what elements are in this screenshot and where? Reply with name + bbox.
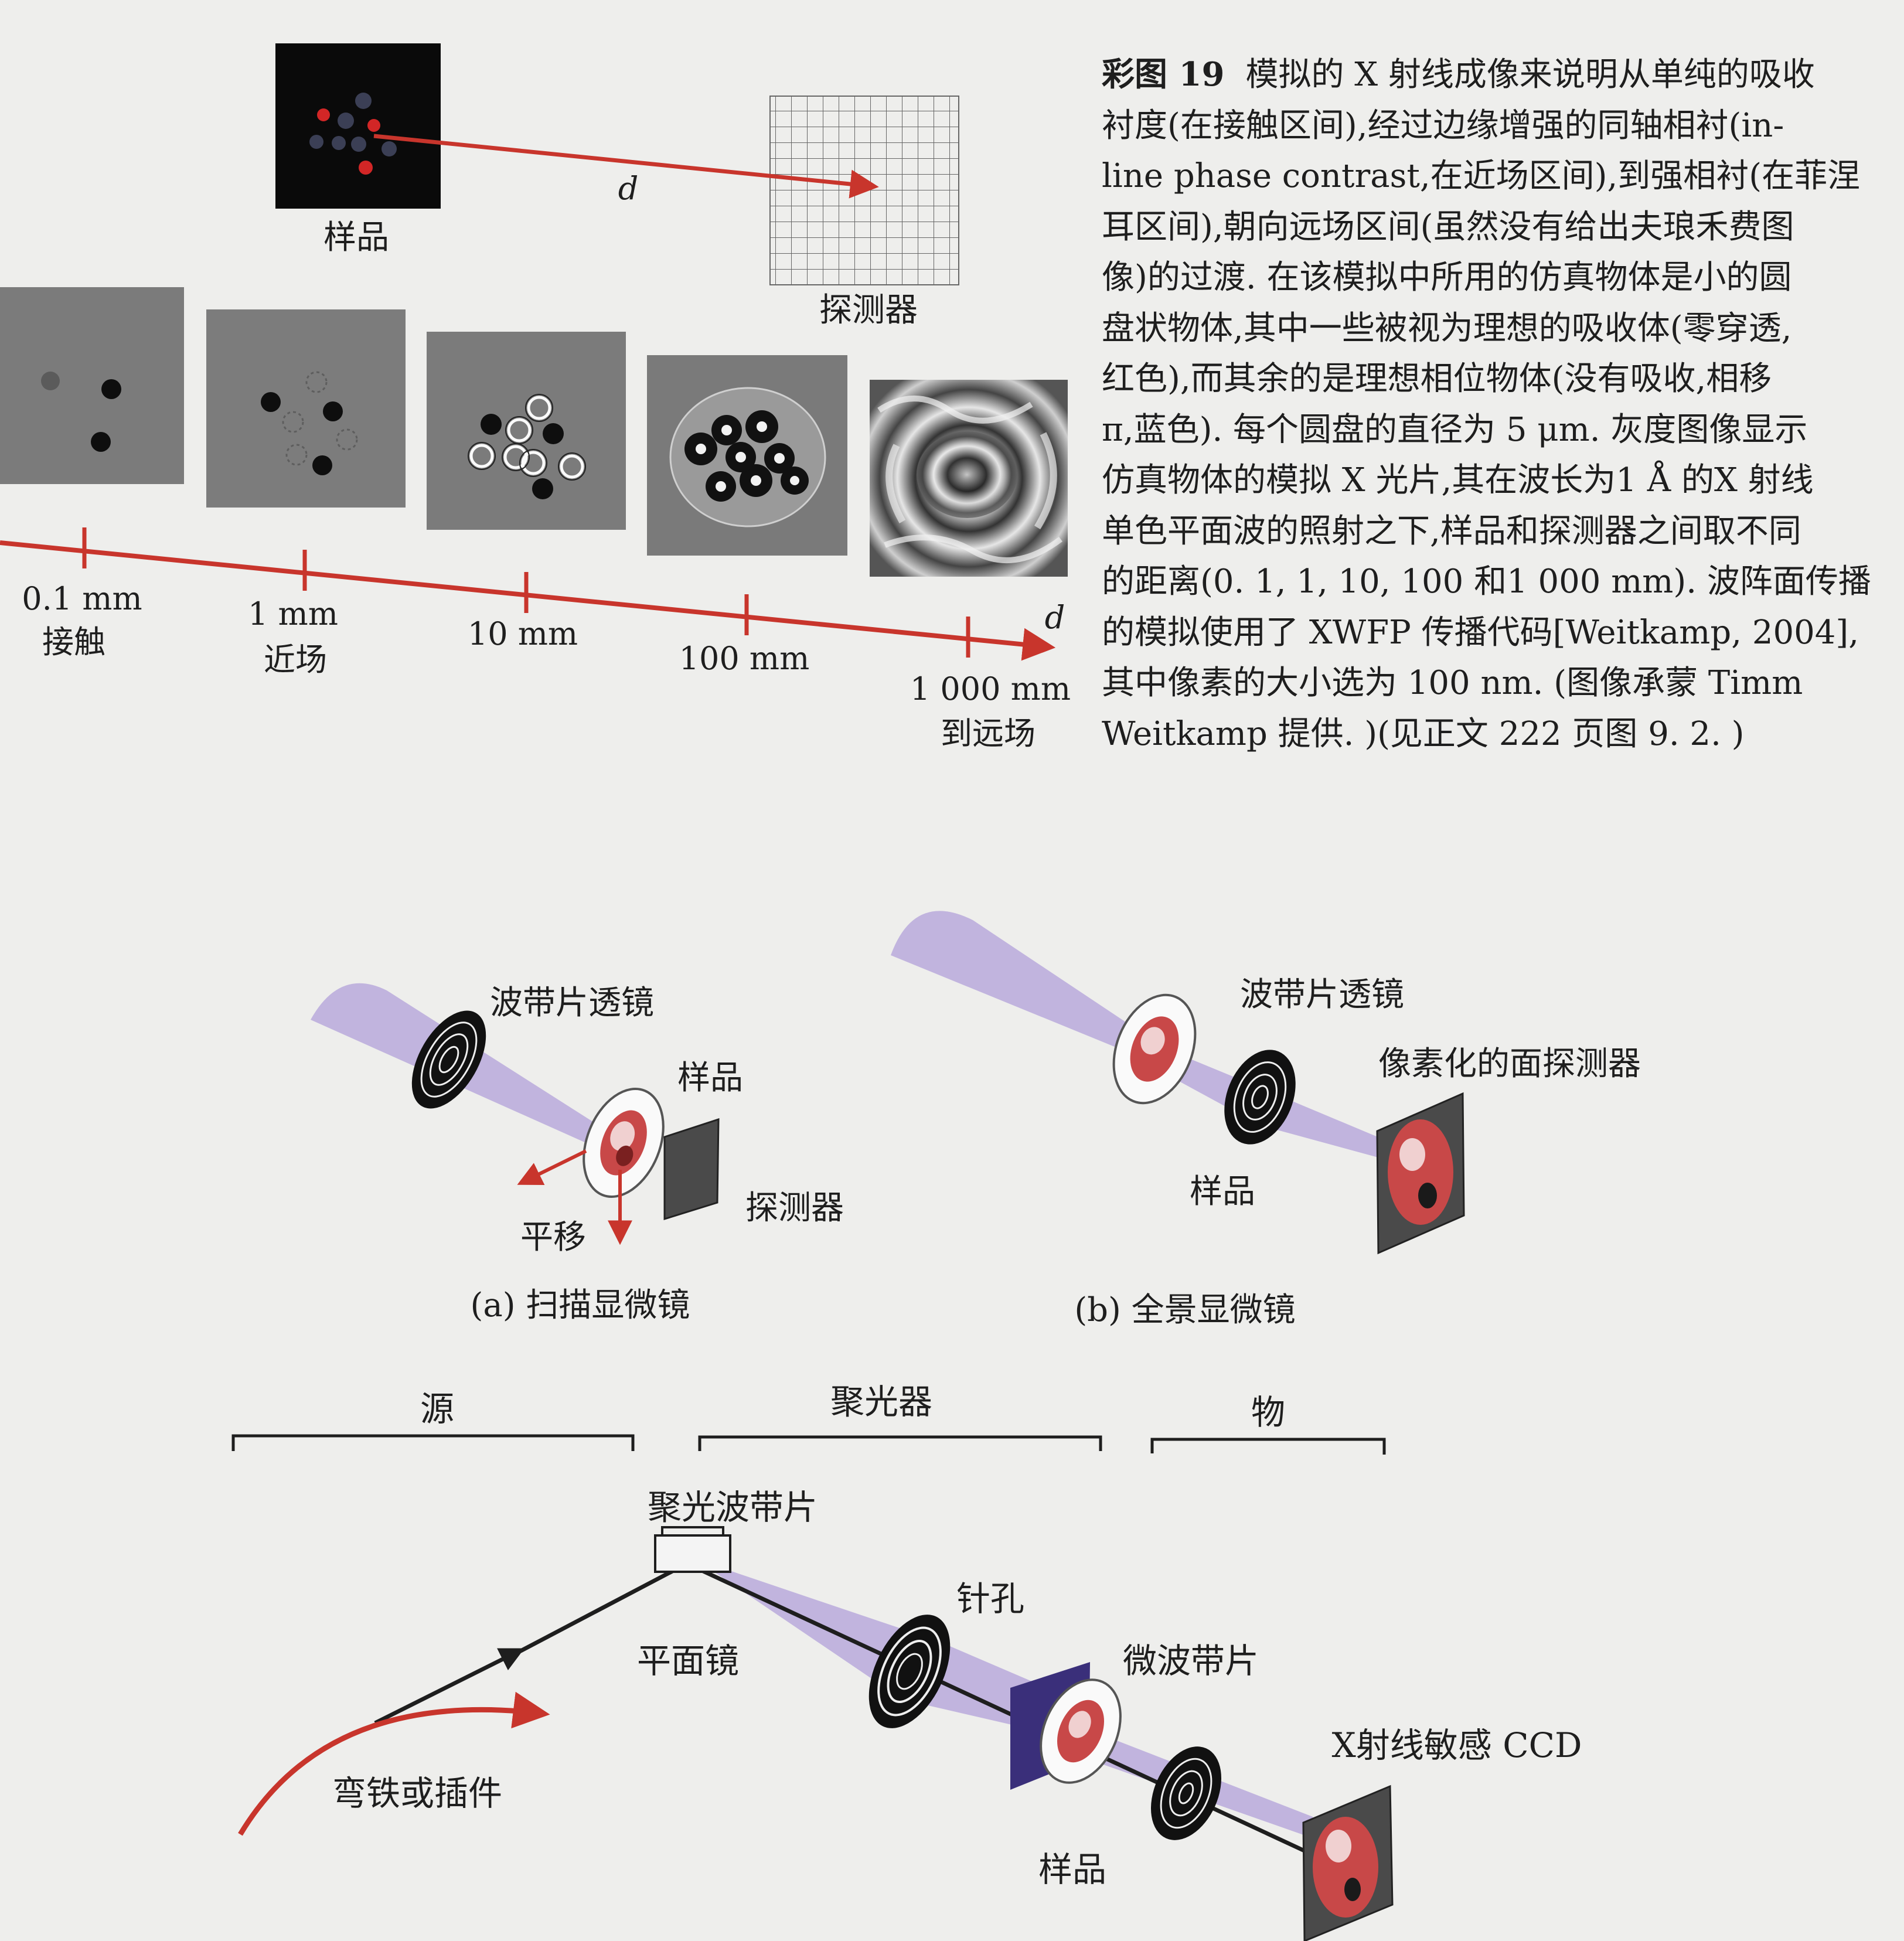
bracket-object: [1150, 1438, 1386, 1455]
ccd-label: X射线敏感 CCD: [1332, 1725, 1582, 1765]
sample-2b: [1112, 993, 1197, 1105]
image-near-field: [206, 309, 406, 508]
section-label-condenser: 聚光器: [830, 1382, 932, 1422]
section-label-object: 物: [1251, 1392, 1285, 1432]
caption-label: 彩图 19: [1102, 55, 1225, 94]
detector-2a: [663, 1118, 720, 1221]
plane-mirror: [654, 1526, 731, 1573]
caption-line-2: line phase contrast,在近场区间),到强相衬(在菲涅: [1102, 157, 1861, 195]
caption-2b: (b) 全景显微镜: [1074, 1291, 1295, 1329]
axis-distance-symbol: d: [1045, 599, 1065, 636]
image-10mm: [427, 332, 626, 530]
regime-label-far-field: 到远场: [941, 715, 1036, 752]
regime-label-contact: 接触: [42, 624, 105, 660]
tick-label-0: 0.1 mm: [22, 580, 142, 617]
sample-label-2b: 样品: [1190, 1173, 1255, 1211]
caption-line-1: 衬度(在接触区间),经过边缘增强的同轴相衬(in-: [1102, 106, 1784, 145]
sample-label-3: 样品: [1038, 1850, 1106, 1889]
plane-mirror-label: 平面镜: [637, 1641, 739, 1681]
caption-line-4: 像)的过渡. 在该模拟中所用的仿真物体是小的圆: [1102, 258, 1792, 297]
zone-plate-label-2a: 波带片透镜: [490, 984, 654, 1022]
caption-line-10: 的距离(0. 1, 1, 10, 100 和1 000 mm). 波阵面传播: [1102, 563, 1871, 601]
translate-arrow-x: [517, 1149, 587, 1186]
regime-label-near-field: 近场: [264, 641, 327, 678]
image-far-field: [870, 380, 1068, 577]
tick-label-2: 10 mm: [468, 615, 578, 652]
sample-label: 样品: [323, 219, 389, 257]
distance-symbol: d: [618, 170, 639, 207]
area-detector-label-2b: 像素化的面探测器: [1378, 1045, 1641, 1083]
image-100mm: [647, 355, 847, 556]
section-label-source: 源: [420, 1389, 454, 1429]
section-brackets: [231, 1434, 1386, 1455]
figure-3-beamline: 源 聚光器 物 聚光波带片 平面镜 针孔 微波带片 样品 X射线敏感 CCD 弯…: [231, 1382, 1582, 1941]
caption-line-0: 彩图 19 模拟的 X 射线成像来说明从单纯的吸收: [1102, 49, 1904, 101]
sample-label-2a: 样品: [677, 1059, 743, 1097]
detector-label-2a: 探测器: [745, 1189, 844, 1227]
condenser-zone-plate-label: 聚光波带片: [648, 1487, 818, 1527]
micro-zone-plate-label: 微波带片: [1123, 1641, 1259, 1681]
pinhole-label: 针孔: [956, 1579, 1024, 1619]
caption-line-9: 单色平面波的照射之下,样品和探测器之间取不同: [1102, 512, 1801, 550]
caption-2a: (a) 扫描显微镜: [471, 1286, 690, 1324]
figure-1-phase-contrast: 样品 探测器 d d 0.1 mm 接触 1 mm 近场 10 mm 100 m…: [0, 43, 1071, 752]
figure-2b-full-field-microscope: 波带片透镜 样品 像素化的面探测器 (b) 全景显微镜: [891, 911, 1641, 1329]
bracket-source: [231, 1434, 635, 1451]
detector-label: 探测器: [819, 291, 918, 329]
image-contact: [0, 287, 184, 484]
translate-label: 平移: [520, 1218, 586, 1256]
bending-magnet-arrow: [238, 1691, 550, 1836]
caption-line-8: 仿真物体的模拟 X 光片,其在波长为1 Å 的X 射线: [1102, 461, 1814, 499]
tick-label-4: 1 000 mm: [910, 670, 1071, 707]
caption-line-7: π,蓝色). 每个圆盘的直径为 5 μm. 灰度图像显示: [1102, 410, 1808, 449]
zone-plate-label-2b: 波带片透镜: [1240, 976, 1404, 1014]
figure-2a-scanning-microscope: 波带片透镜 样品 探测器 平移 (a) 扫描显微镜: [311, 983, 844, 1324]
tick-label-3: 100 mm: [679, 640, 810, 677]
caption-line-13: Weitkamp 提供. )(见正文 222 页图 9. 2. ): [1102, 714, 1745, 753]
caption-line-12: 其中像素的大小选为 100 nm. (图像承蒙 Timm: [1102, 664, 1803, 702]
beam-2b-incoming: [891, 911, 1149, 1055]
detector-grid: [769, 96, 959, 285]
caption-line-3: 耳区间),朝向远场区间(虽然没有给出夫琅禾费图: [1102, 207, 1794, 246]
detector-image-2b: [1388, 1119, 1453, 1225]
sample-2a: [583, 1088, 665, 1198]
bracket-condenser: [698, 1435, 1102, 1451]
figure-caption: 彩图 19 模拟的 X 射线成像来说明从单纯的吸收 衬度(在接触区间),经过边缘增…: [1102, 49, 1904, 770]
ccd-image: [1313, 1817, 1378, 1918]
axis-tick-labels: 0.1 mm 接触 1 mm 近场 10 mm 100 mm 1 000 mm …: [22, 580, 1071, 752]
caption-line-5: 盘状物体,其中一些被视为理想的吸收体(零穿透,: [1102, 309, 1792, 348]
caption-line-11: 的模拟使用了 XWFP 传播代码[Weitkamp, 2004],: [1102, 613, 1859, 652]
sample-object-panel: [275, 43, 441, 209]
tick-label-1: 1 mm: [248, 595, 338, 632]
caption-line-0-text: 模拟的 X 射线成像来说明从单纯的吸收: [1245, 56, 1815, 94]
bending-magnet-label: 弯铁或插件: [332, 1773, 502, 1813]
caption-line-6: 红色),而其余的是理想相位物体(没有吸收,相移: [1102, 360, 1772, 398]
